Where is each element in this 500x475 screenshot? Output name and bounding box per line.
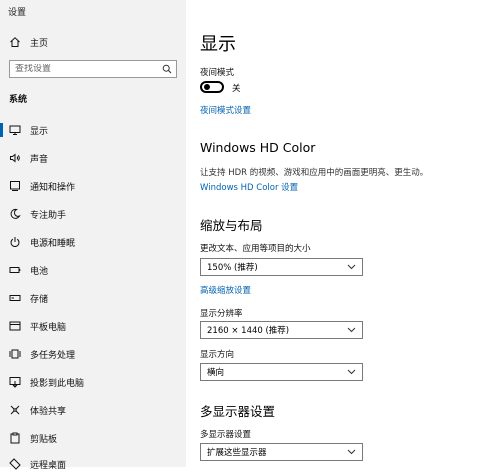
battery-icon <box>9 264 21 276</box>
scale-layout-heading: 缩放与布局 <box>200 218 263 233</box>
search-input[interactable] <box>10 64 158 74</box>
sidebar-item-label: 存储 <box>30 294 49 305</box>
sidebar-item-power-sleep[interactable]: 电源和睡眠 <box>0 231 186 253</box>
sidebar-item-label: 专注助手 <box>30 210 67 221</box>
orientation-label: 显示方向 <box>200 350 235 360</box>
search-icon[interactable] <box>158 64 176 74</box>
chevron-down-icon <box>347 369 356 375</box>
projection-icon <box>9 376 21 388</box>
sidebar-item-notifications[interactable]: 通知和操作 <box>0 175 186 197</box>
sidebar-item-label: 通知和操作 <box>30 182 76 193</box>
sidebar-item-shared-experiences[interactable]: 体验共享 <box>0 399 186 421</box>
hd-color-heading: Windows HD Color <box>200 140 316 155</box>
sidebar-home-label: 主页 <box>30 38 49 49</box>
scale-dropdown[interactable]: 150% (推荐) <box>200 258 363 276</box>
moon-icon <box>9 208 21 220</box>
tablet-icon <box>9 320 21 332</box>
multi-display-label: 多显示器设置 <box>200 430 252 440</box>
night-light-label: 夜间模式 <box>200 68 235 78</box>
sidebar-item-multitasking[interactable]: 多任务处理 <box>0 343 186 365</box>
multi-display-dropdown[interactable]: 扩展这些显示器 <box>200 443 363 461</box>
sidebar-item-label: 声音 <box>30 154 49 165</box>
sidebar-item-label: 投影到此电脑 <box>30 378 85 389</box>
sidebar-item-remote-desktop[interactable]: 远程桌面 <box>0 453 186 475</box>
sidebar-item-label: 远程桌面 <box>30 460 67 471</box>
main-content: 显示 夜间模式 关 夜间模式设置 Windows HD Color 让支持 HD… <box>186 0 500 467</box>
chevron-down-icon <box>347 449 356 455</box>
sidebar-item-label: 平板电脑 <box>30 322 67 333</box>
advanced-scaling-link[interactable]: 高级缩放设置 <box>200 284 251 296</box>
sidebar-item-display[interactable]: 显示 <box>0 119 186 141</box>
sidebar: 设置 主页 系统 显示 声音 通知和操作 专注助手 <box>0 0 186 471</box>
scale-label: 更改文本、应用等项目的大小 <box>200 244 311 254</box>
sidebar-item-battery[interactable]: 电池 <box>0 259 186 281</box>
sidebar-item-label: 多任务处理 <box>30 350 76 361</box>
night-light-toggle-state: 关 <box>232 84 241 94</box>
multi-display-heading: 多显示器设置 <box>200 404 276 419</box>
remote-desktop-icon <box>9 458 21 470</box>
share-icon <box>9 404 21 416</box>
multitask-icon <box>9 348 21 360</box>
sidebar-item-storage[interactable]: 存储 <box>0 287 186 309</box>
sidebar-item-clipboard[interactable]: 剪贴板 <box>0 427 186 449</box>
orientation-value: 横向 <box>207 368 225 378</box>
toggle-knob <box>204 84 210 90</box>
night-light-settings-link[interactable]: 夜间模式设置 <box>200 104 251 116</box>
search-box[interactable] <box>9 60 177 78</box>
window-title: 设置 <box>8 8 27 18</box>
scale-value: 150% (推荐) <box>207 263 258 273</box>
sidebar-item-label: 电源和睡眠 <box>30 238 76 249</box>
sidebar-item-home[interactable]: 主页 <box>0 31 186 53</box>
sidebar-item-label: 体验共享 <box>30 406 67 417</box>
sidebar-item-label: 显示 <box>30 126 49 137</box>
chevron-down-icon <box>347 327 356 333</box>
resolution-dropdown[interactable]: 2160 × 1440 (推荐) <box>200 321 363 339</box>
hd-color-settings-link[interactable]: Windows HD Color 设置 <box>200 181 298 193</box>
resolution-label: 显示分辨率 <box>200 309 243 319</box>
home-icon <box>9 36 21 48</box>
page-title: 显示 <box>200 34 236 55</box>
notification-icon <box>9 180 21 192</box>
speaker-icon <box>9 152 21 164</box>
resolution-value: 2160 × 1440 (推荐) <box>207 326 290 336</box>
multi-display-value: 扩展这些显示器 <box>207 448 267 458</box>
night-light-toggle[interactable] <box>200 81 224 93</box>
sidebar-item-project[interactable]: 投影到此电脑 <box>0 371 186 393</box>
sidebar-item-label: 剪贴板 <box>30 434 58 445</box>
section-label-system: 系统 <box>9 95 28 105</box>
sidebar-item-focus-assist[interactable]: 专注助手 <box>0 203 186 225</box>
power-icon <box>9 236 21 248</box>
orientation-dropdown[interactable]: 横向 <box>200 363 363 381</box>
hd-color-description: 让支持 HDR 的视频、游戏和应用中的画面更明亮、更生动。 <box>200 168 429 178</box>
sidebar-item-sound[interactable]: 声音 <box>0 147 186 169</box>
sidebar-item-tablet[interactable]: 平板电脑 <box>0 315 186 337</box>
chevron-down-icon <box>347 264 356 270</box>
monitor-icon <box>9 124 21 136</box>
clipboard-icon <box>9 432 21 444</box>
sidebar-item-label: 电池 <box>30 266 49 277</box>
storage-icon <box>9 292 21 304</box>
